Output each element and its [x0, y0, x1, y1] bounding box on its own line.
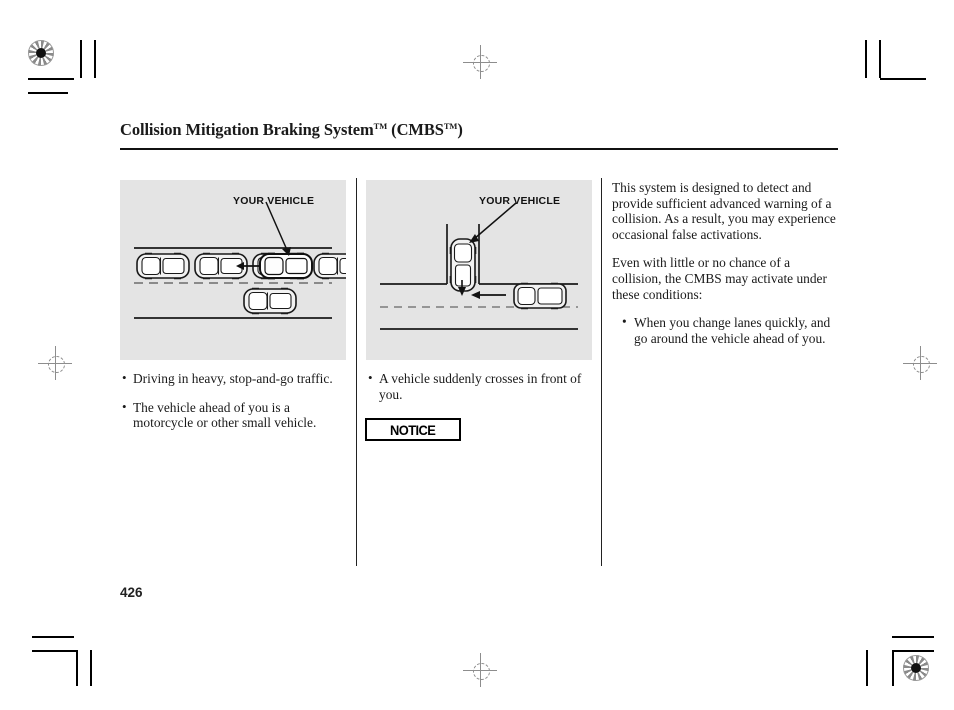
crop-mark-top-left-outer-horizontal — [28, 92, 68, 94]
page-title-trademark-1: TM — [373, 121, 388, 131]
intersection-crossing-illustration: YOUR VEHICLE — [366, 180, 592, 360]
list-item: Driving in heavy, stop-and-go traffic. — [122, 370, 344, 387]
crop-mark-top-left-outer-vertical — [94, 40, 96, 78]
page-title-paren-open: (CMBS — [387, 120, 444, 139]
page-title-trademark-2: TM — [443, 121, 458, 131]
crop-mark-bottom-left-horizontal — [32, 650, 78, 652]
list-item: A vehicle suddenly crosses in front of y… — [368, 370, 594, 402]
crop-mark-bottom-left-outer-vertical — [90, 650, 92, 686]
list-item: The vehicle ahead of you is a motorcycle… — [122, 399, 344, 431]
crop-mark-top-right-outer-vertical — [865, 40, 867, 78]
registration-target-top-left — [28, 40, 54, 66]
page-title: Collision Mitigation Braking SystemTM (C… — [120, 120, 463, 140]
column-three-body: This system is designed to detect and pr… — [612, 180, 838, 346]
crop-mark-bottom-left-outer-horizontal — [32, 636, 74, 638]
page-title-paren-close: ) — [457, 120, 463, 139]
page-title-main: Collision Mitigation Braking System — [120, 120, 374, 139]
notice-badge: NOTICE — [365, 418, 461, 441]
registration-crosshair-right-middle — [903, 346, 937, 380]
figure-two-callout-label: YOUR VEHICLE — [479, 195, 561, 207]
callout-leader-arrow — [469, 202, 517, 243]
crop-mark-bottom-right-outer-horizontal — [892, 636, 934, 638]
crop-mark-bottom-right-horizontal — [892, 650, 934, 652]
crossing-direction-arrow — [471, 291, 506, 299]
crop-mark-bottom-left-vertical — [76, 650, 78, 686]
column-divider-one — [356, 178, 357, 566]
crop-mark-top-left-vertical — [80, 40, 82, 78]
registration-crosshair-top-center — [463, 45, 497, 79]
title-horizontal-rule — [120, 148, 838, 150]
registration-crosshair-bottom-center — [463, 653, 497, 687]
registration-crosshair-left-middle — [38, 346, 72, 380]
list-item: When you change lanes quickly, and go ar… — [622, 314, 838, 346]
figure-one-callout-label: YOUR VEHICLE — [233, 195, 315, 207]
intersection-diagram — [380, 202, 578, 330]
crop-mark-bottom-right-vertical — [892, 650, 894, 686]
body-paragraph: This system is designed to detect and pr… — [612, 180, 836, 242]
page-number: 426 — [120, 585, 143, 600]
column-one-bullet-list: Driving in heavy, stop-and-go traffic. T… — [122, 370, 344, 444]
stop-and-go-traffic-illustration: YOUR VEHICLE — [120, 180, 367, 360]
column-two-bullet-list: A vehicle suddenly crosses in front of y… — [368, 370, 594, 415]
registration-target-bottom-right — [903, 655, 929, 681]
crop-mark-top-right-vertical — [879, 40, 881, 78]
traffic-queue-diagram — [134, 201, 367, 319]
crop-mark-bottom-right-outer-vertical — [866, 650, 868, 686]
column-divider-two — [601, 178, 602, 566]
crop-mark-top-left-horizontal — [28, 78, 74, 80]
crop-mark-top-right-horizontal — [880, 78, 926, 80]
notice-badge-label: NOTICE — [390, 421, 436, 438]
body-paragraph: Even with little or no chance of a colli… — [612, 255, 827, 302]
